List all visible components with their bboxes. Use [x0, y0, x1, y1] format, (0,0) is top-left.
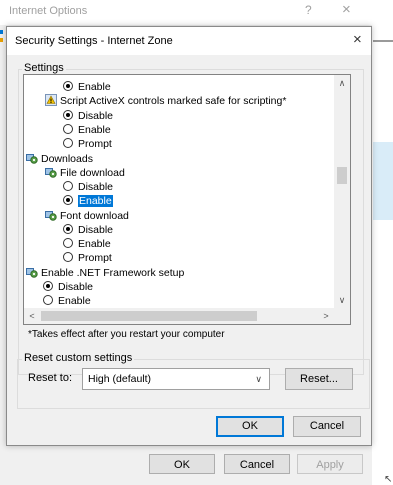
- settings-gear-icon: [45, 211, 57, 221]
- chevron-down-icon: ∨: [255, 374, 262, 384]
- reset-to-label: Reset to:: [28, 372, 73, 384]
- list-item-radio[interactable]: Disable: [63, 109, 113, 124]
- radio-button[interactable]: [63, 195, 73, 205]
- background-window-edge: [372, 0, 393, 485]
- reset-button[interactable]: Reset...: [285, 368, 353, 390]
- settings-group-label: Settings: [22, 62, 66, 74]
- radio-button[interactable]: [63, 238, 73, 248]
- internet-options-cancel-button[interactable]: Cancel: [224, 454, 290, 474]
- list-item-radio[interactable]: Disable: [63, 180, 113, 195]
- radio-button[interactable]: [63, 110, 73, 120]
- internet-options-titlebar: Internet Options ? ×: [0, 0, 372, 25]
- reset-level-value: High (default): [88, 373, 152, 385]
- horizontal-scroll-thumb[interactable]: [41, 311, 257, 321]
- list-item-radio[interactable]: Disable: [63, 223, 113, 238]
- background-window-divider: [373, 40, 393, 42]
- scroll-down-arrow-icon[interactable]: ∨: [334, 292, 350, 308]
- internet-options-apply-button[interactable]: Apply: [297, 454, 363, 474]
- scroll-left-arrow-icon[interactable]: <: [24, 308, 40, 324]
- list-item-radio[interactable]: Prompt: [63, 251, 112, 266]
- cancel-button[interactable]: Cancel: [293, 416, 361, 437]
- internet-options-title: Internet Options: [9, 5, 88, 17]
- radio-button[interactable]: [63, 224, 73, 234]
- list-item-category: Downloads: [26, 152, 93, 167]
- accent-mark: [0, 30, 3, 34]
- list-item-category: Font download: [45, 209, 129, 224]
- scrollbar-corner: [334, 308, 350, 324]
- accent-mark: [0, 38, 3, 42]
- scroll-right-arrow-icon[interactable]: >: [318, 308, 334, 324]
- dialog-close-button[interactable]: ×: [353, 31, 362, 48]
- settings-list-content: Enable Script ActiveX controls marked sa…: [24, 75, 334, 308]
- list-item-radio[interactable]: Disable: [43, 280, 93, 295]
- background-window-highlight: [373, 142, 393, 220]
- scroll-up-arrow-icon[interactable]: ∧: [334, 75, 350, 91]
- list-item-radio[interactable]: Enable: [63, 123, 111, 138]
- selected-option-label: Enable: [78, 195, 113, 207]
- settings-gear-icon: [26, 154, 38, 164]
- list-item-radio[interactable]: Enable: [43, 294, 91, 308]
- list-item-radio[interactable]: Enable: [63, 194, 113, 209]
- radio-button[interactable]: [43, 295, 53, 305]
- list-item-category: Script ActiveX controls marked safe for …: [45, 94, 286, 109]
- radio-button[interactable]: [63, 81, 73, 91]
- list-item-radio[interactable]: Enable: [63, 80, 111, 95]
- list-item-category: Enable .NET Framework setup: [26, 266, 184, 281]
- restart-note: *Takes effect after you restart your com…: [28, 329, 225, 340]
- list-item-radio[interactable]: Enable: [63, 237, 111, 252]
- reset-level-select[interactable]: High (default) ∨: [82, 368, 270, 390]
- help-button[interactable]: ?: [305, 3, 312, 17]
- radio-button[interactable]: [43, 281, 53, 291]
- ok-button[interactable]: OK: [216, 416, 284, 437]
- vertical-scroll-thumb[interactable]: [337, 167, 347, 184]
- settings-gear-icon: [45, 168, 57, 178]
- shield-warning-icon: [45, 94, 57, 106]
- reset-group-label: Reset custom settings: [22, 352, 135, 364]
- list-item-radio[interactable]: Prompt: [63, 137, 112, 152]
- mouse-cursor-icon: ↖: [384, 474, 393, 485]
- internet-options-ok-button[interactable]: OK: [149, 454, 215, 474]
- dialog-titlebar: Security Settings - Internet Zone ×: [7, 27, 371, 55]
- horizontal-scrollbar[interactable]: < >: [24, 308, 334, 324]
- settings-list[interactable]: Enable Script ActiveX controls marked sa…: [23, 74, 351, 325]
- radio-button[interactable]: [63, 124, 73, 134]
- radio-button[interactable]: [63, 138, 73, 148]
- close-button[interactable]: ×: [342, 1, 351, 18]
- list-item-category: File download: [45, 166, 125, 181]
- radio-button[interactable]: [63, 252, 73, 262]
- radio-button[interactable]: [63, 181, 73, 191]
- settings-gear-icon: [26, 268, 38, 278]
- dialog-title: Security Settings - Internet Zone: [15, 35, 173, 47]
- vertical-scrollbar[interactable]: ∧ ∨: [334, 75, 350, 308]
